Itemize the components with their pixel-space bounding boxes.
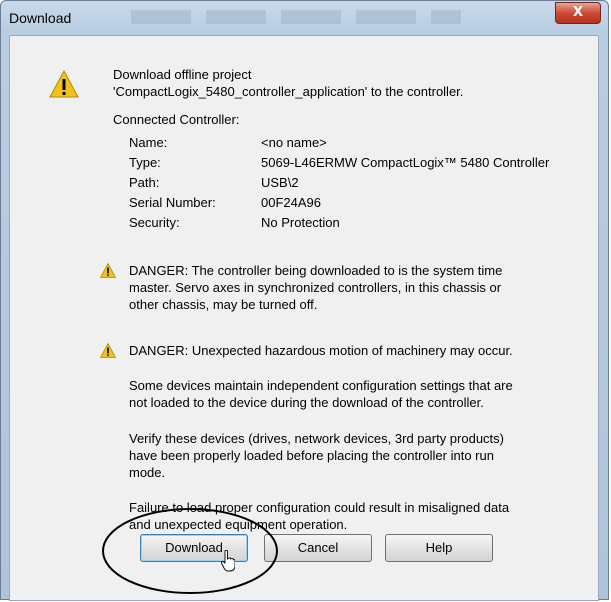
para2-line-2: have been properly loaded before placing… [129,448,494,463]
danger1-line-1: DANGER: The controller being downloaded … [129,263,503,278]
danger1-line-3: other chassis, may be turned off. [129,297,318,312]
cancel-button[interactable]: Cancel [264,534,372,562]
failure-warning-paragraph: Failure to load proper configuration cou… [129,499,594,533]
para1-line-1: Some devices maintain independent config… [129,378,513,393]
danger1-line-2: master. Servo axes in synchronized contr… [129,280,502,295]
info-value: 5069-L46ERMW CompactLogix™ 5480 Controll… [261,155,550,170]
info-value: <no name> [261,135,327,150]
info-label: Security: [129,215,180,230]
info-label: Type: [129,155,161,170]
close-button[interactable]: X [555,2,601,24]
info-value: No Protection [261,215,340,230]
intro-line-2: 'CompactLogix_5480_controller_applicatio… [113,84,464,99]
para2-line-1: Verify these devices (drives, network de… [129,431,504,446]
info-label: Path: [129,175,160,190]
dialog-content: Download offline project 'CompactLogix_5… [9,35,599,601]
para1-line-2: not loaded to the device during the down… [129,395,484,410]
background-window-titles [131,10,461,24]
info-value: 00F24A96 [261,195,321,210]
info-label: Name: [129,135,168,150]
warning-icon [49,70,79,98]
danger-message-hazardous-motion: DANGER: Unexpected hazardous motion of m… [129,343,513,358]
intro-line-1: Download offline project [113,67,252,82]
title-bar[interactable]: Download X [1,1,608,35]
hand-cursor-icon [221,550,235,572]
connected-controller-heading: Connected Controller: [113,112,240,127]
danger-warning-icon [100,263,116,278]
danger-warning-icon [100,343,116,358]
verify-devices-paragraph: Verify these devices (drives, network de… [129,430,594,481]
danger-message-time-master: DANGER: The controller being downloaded … [129,262,584,313]
info-value: USB\2 [261,175,299,190]
para2-line-3: mode. [129,465,166,480]
info-label: Serial Number: [129,195,216,210]
help-button[interactable]: Help [385,534,493,562]
download-dialog: Download X Download offline project 'Com… [0,0,609,601]
dialog-title: Download [9,10,72,26]
para3-line-1: Failure to load proper configuration cou… [129,500,510,515]
intro-message: Download offline project 'CompactLogix_5… [113,66,463,100]
devices-config-paragraph: Some devices maintain independent config… [129,377,594,411]
para3-line-2: and unexpected equipment operation. [129,517,348,532]
